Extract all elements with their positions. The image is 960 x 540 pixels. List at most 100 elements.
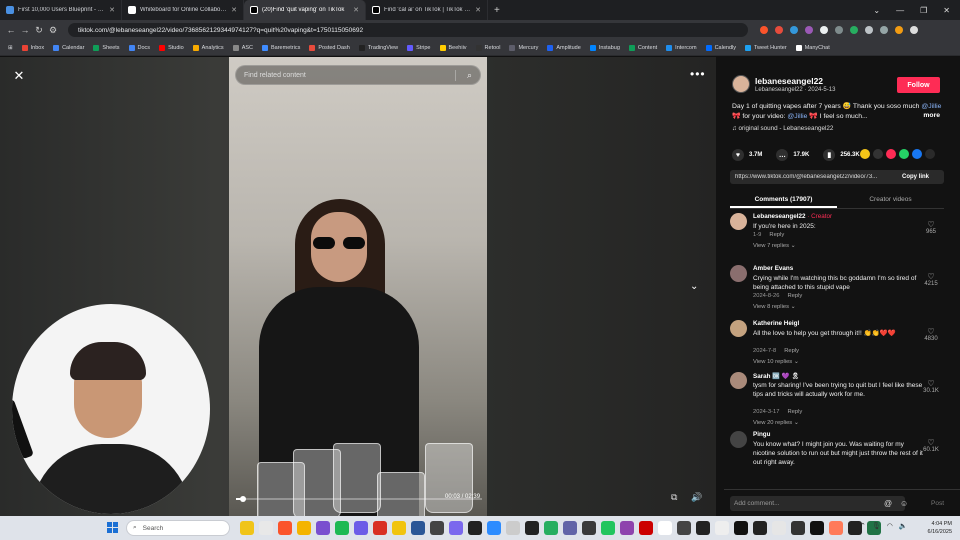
commenter-avatar[interactable] bbox=[730, 431, 747, 448]
commenter-avatar[interactable] bbox=[730, 372, 747, 389]
bookmark-item[interactable]: Baremetrics bbox=[262, 44, 300, 51]
taskbar-app-icon[interactable] bbox=[677, 521, 691, 535]
taskbar-app-icon[interactable] bbox=[430, 521, 444, 535]
reply-button[interactable]: Reply bbox=[787, 293, 802, 299]
commenter-avatar[interactable] bbox=[730, 265, 747, 282]
share-option-icon[interactable] bbox=[899, 149, 909, 159]
mention-link[interactable]: @Jillie bbox=[787, 113, 807, 120]
taskbar-app-icon[interactable] bbox=[658, 521, 672, 535]
taskbar-app-icon[interactable] bbox=[392, 521, 406, 535]
extension-icon[interactable] bbox=[850, 26, 858, 34]
browser-tab[interactable]: First 10,000 Users Blueprint - Google ✕ bbox=[0, 0, 122, 20]
tab-search-icon[interactable]: ⌄ bbox=[873, 6, 880, 15]
view-replies-button[interactable]: View 7 replies ⌄ bbox=[753, 243, 795, 249]
view-replies-button[interactable]: View 20 replies ⌄ bbox=[753, 420, 799, 426]
bookmark-item[interactable]: ASC bbox=[232, 44, 253, 51]
comment-like-button[interactable]: ♡ 60.1K bbox=[920, 438, 942, 453]
browser-tab[interactable]: Find 'cal ai' on TikTok | TikTok Search ✕ bbox=[366, 0, 488, 20]
taskbar-app-icon[interactable] bbox=[259, 521, 273, 535]
share-option-icon[interactable] bbox=[886, 149, 896, 159]
commenter-name[interactable]: Lebaneseangel22 · Creator bbox=[753, 213, 832, 220]
close-tab-icon[interactable]: ✕ bbox=[353, 6, 359, 14]
extension-icon[interactable] bbox=[805, 26, 813, 34]
comment-like-button[interactable]: ♡ 4215 bbox=[920, 272, 942, 287]
taskbar-app-icon[interactable] bbox=[772, 521, 786, 535]
reload-icon[interactable]: ↻ bbox=[32, 25, 46, 36]
video-link-text[interactable]: https://www.tiktok.com/@lebaneseangel22/… bbox=[730, 174, 898, 180]
taskbar-app-icon[interactable] bbox=[240, 521, 254, 535]
taskbar-app-icon[interactable] bbox=[506, 521, 520, 535]
menu-icon[interactable] bbox=[910, 26, 918, 34]
sound-link[interactable]: ♫ original sound - Lebaneseangel22 bbox=[732, 125, 833, 132]
video-player[interactable] bbox=[229, 57, 487, 516]
commenter-name[interactable]: Katherine Heigl bbox=[753, 320, 799, 327]
extension-icon[interactable] bbox=[775, 26, 783, 34]
taskbar-app-icon[interactable] bbox=[810, 521, 824, 535]
reply-button[interactable]: Reply bbox=[784, 348, 799, 354]
bookmark-item[interactable]: Tweet Hunter bbox=[744, 44, 787, 51]
tab-creator-videos[interactable]: Creator videos bbox=[837, 193, 944, 208]
bookmark-item[interactable]: Stripe bbox=[407, 44, 431, 51]
extension-icon[interactable] bbox=[865, 26, 873, 34]
bookmark-item[interactable]: Content bbox=[628, 44, 657, 51]
commenter-avatar[interactable] bbox=[730, 320, 747, 337]
comment-like-button[interactable]: ♡ 965 bbox=[920, 220, 942, 235]
bookmark-item[interactable]: Studio bbox=[159, 44, 184, 51]
wifi-icon[interactable]: ◠ bbox=[887, 522, 893, 530]
taskbar-app-icon[interactable] bbox=[639, 521, 653, 535]
close-tab-icon[interactable]: ✕ bbox=[109, 6, 115, 14]
new-tab-icon[interactable]: + bbox=[488, 5, 506, 16]
bookmark-item[interactable]: Calendly bbox=[705, 44, 736, 51]
taskbar-app-icon[interactable] bbox=[620, 521, 634, 535]
bookmark-item[interactable]: ManyChat bbox=[795, 44, 830, 51]
share-option-icon[interactable] bbox=[912, 149, 922, 159]
browser-tab-active[interactable]: (20)Find 'quit vaping' on TikTok ✕ bbox=[244, 0, 366, 20]
taskbar-search[interactable]: ⌕ Search bbox=[126, 520, 230, 536]
search-icon[interactable]: ⌕ bbox=[467, 70, 472, 81]
taskbar-app-icon[interactable] bbox=[373, 521, 387, 535]
restore-icon[interactable]: ❐ bbox=[920, 6, 927, 15]
close-tab-icon[interactable]: ✕ bbox=[231, 6, 237, 14]
emoji-icon[interactable]: ☺ bbox=[900, 499, 908, 508]
comment-button[interactable]: … 17.9K bbox=[776, 149, 809, 161]
commenter-avatar[interactable] bbox=[730, 213, 747, 230]
taskbar-app-icon[interactable] bbox=[525, 521, 539, 535]
taskbar-app-icon[interactable] bbox=[563, 521, 577, 535]
extension-icon[interactable] bbox=[820, 26, 828, 34]
view-replies-button[interactable]: View 8 replies ⌄ bbox=[753, 304, 795, 310]
taskbar-app-icon[interactable] bbox=[487, 521, 501, 535]
taskbar-app-icon[interactable] bbox=[544, 521, 558, 535]
view-replies-button[interactable]: View 10 replies ⌄ bbox=[753, 359, 799, 365]
reply-button[interactable]: Reply bbox=[787, 409, 802, 415]
brave-shield-icon[interactable] bbox=[760, 26, 768, 34]
bookmark-item[interactable]: Inbox bbox=[21, 44, 44, 51]
taskbar-clock[interactable]: 4:04 PM 6/16/2025 bbox=[920, 520, 952, 536]
tab-comments[interactable]: Comments (17907) bbox=[730, 193, 837, 208]
url-input[interactable]: tiktok.com/@lebaneseangel22/video/736856… bbox=[68, 23, 748, 37]
bookmark-item[interactable]: Mercury bbox=[509, 44, 538, 51]
share-option-icon[interactable] bbox=[925, 149, 935, 159]
apps-grid-icon[interactable]: ⊞ bbox=[8, 45, 13, 51]
bookmark-item[interactable]: Beehiiv bbox=[439, 44, 467, 51]
taskbar-app-icon[interactable] bbox=[734, 521, 748, 535]
caption-more-link[interactable]: more bbox=[923, 112, 940, 119]
bookmark-item[interactable]: TradingView bbox=[358, 44, 398, 51]
taskbar-app-icon[interactable] bbox=[335, 521, 349, 535]
author-username[interactable]: lebaneseangel22 bbox=[755, 76, 823, 86]
comment-input[interactable]: Add comment... bbox=[730, 496, 905, 511]
post-comment-button[interactable]: Post bbox=[931, 500, 944, 507]
taskbar-app-icon[interactable] bbox=[316, 521, 330, 535]
save-button[interactable]: ▮ 256.3K bbox=[823, 149, 860, 161]
chevron-up-icon[interactable]: ⌃ bbox=[860, 522, 866, 530]
taskbar-app-icon[interactable] bbox=[354, 521, 368, 535]
taskbar-app-icon[interactable] bbox=[297, 521, 311, 535]
taskbar-app-icon[interactable] bbox=[278, 521, 292, 535]
more-options-icon[interactable]: ••• bbox=[690, 67, 706, 81]
profile-icon[interactable] bbox=[895, 26, 903, 34]
taskbar-app-icon[interactable] bbox=[411, 521, 425, 535]
commenter-name[interactable]: Pingu bbox=[753, 431, 771, 438]
related-content-search[interactable]: Find related content ⌕ bbox=[235, 65, 481, 85]
like-button[interactable]: ♥ 3.7M bbox=[732, 149, 762, 161]
taskbar-app-icon[interactable] bbox=[449, 521, 463, 535]
minimize-icon[interactable]: — bbox=[896, 6, 904, 15]
